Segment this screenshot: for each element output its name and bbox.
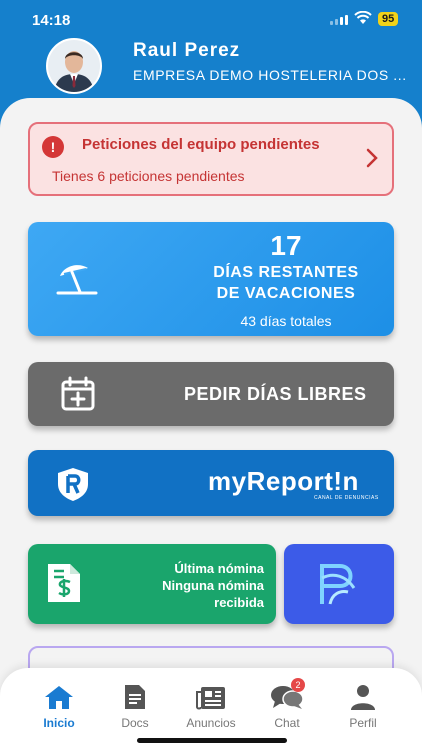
wifi-icon — [354, 11, 372, 24]
tab-inicio[interactable]: Inicio — [21, 682, 97, 730]
tab-docs[interactable]: Docs — [97, 682, 173, 730]
chat-unread-badge: 2 — [291, 678, 305, 692]
user-name: Raul Perez — [133, 40, 241, 61]
tab-label: Anuncios — [186, 716, 236, 730]
exclamation-icon: ! — [42, 136, 64, 158]
tab-label: Perfil — [349, 716, 377, 730]
company-name: EMPRESA DEMO HOSTELERIA DOS ... — [133, 67, 407, 83]
invoice-dollar-icon — [48, 564, 80, 602]
shield-icon — [58, 468, 88, 501]
home-indicator — [137, 738, 287, 743]
tab-label: Chat — [274, 716, 300, 730]
p-logo-icon — [320, 564, 356, 605]
myreportin-logo-text: myReport!n — [208, 466, 359, 496]
vacation-label-line1: DÍAS RESTANTES — [213, 264, 359, 281]
tab-anuncios[interactable]: Anuncios — [173, 682, 249, 730]
request-days-off-label: PEDIR DÍAS LIBRES — [184, 384, 367, 404]
myreportin-button[interactable]: myReport!n CANAL DE DENUNCIAS — [28, 450, 394, 516]
tab-perfil[interactable]: Perfil — [325, 682, 401, 730]
calendar-add-icon — [61, 376, 95, 411]
vacation-days-remaining: 17 — [270, 230, 302, 261]
battery-indicator: 95 — [378, 12, 399, 26]
beach-umbrella-icon — [56, 265, 98, 295]
tab-chat[interactable]: 2 Chat — [249, 678, 325, 730]
status-bar: 14:18 95 — [0, 0, 422, 40]
vacation-label-line2: DE VACACIONES — [216, 285, 356, 302]
alert-title: Peticiones del equipo pendientes — [82, 136, 320, 153]
payroll-status-line1: Ninguna nómina — [162, 578, 264, 593]
tab-label: Inicio — [43, 716, 75, 730]
status-time: 14:18 — [32, 12, 71, 29]
myreportin-tagline: CANAL DE DENUNCIAS — [314, 495, 379, 501]
chevron-right-icon — [366, 148, 378, 168]
tab-label: Docs — [121, 716, 149, 730]
vacation-card[interactable]: 17 DÍAS RESTANTES DE VACACIONES 43 días … — [28, 222, 394, 336]
pending-requests-alert[interactable]: ! Peticiones del equipo pendientes Tiene… — [28, 122, 394, 196]
user-photo-icon — [48, 40, 100, 92]
document-icon — [125, 685, 145, 709]
profile-header: Raul Perez EMPRESA DEMO HOSTELERIA DOS .… — [0, 38, 422, 102]
partner-app-button[interactable] — [284, 544, 394, 624]
request-days-off-button[interactable]: PEDIR DÍAS LIBRES — [28, 362, 394, 426]
newspaper-icon — [196, 687, 225, 710]
payroll-status-line2: recibida — [214, 595, 264, 610]
main-content: ! Peticiones del equipo pendientes Tiene… — [0, 98, 422, 750]
payroll-card[interactable]: Última nómina Ninguna nómina recibida — [28, 544, 276, 624]
vacation-total-days: 43 días totales — [240, 313, 332, 329]
avatar[interactable] — [46, 38, 102, 94]
alert-subtitle: Tienes 6 peticiones pendientes — [52, 168, 245, 184]
payroll-title: Última nómina — [174, 561, 264, 576]
cellular-signal-icon — [330, 15, 348, 25]
user-icon — [351, 685, 375, 710]
home-icon — [45, 686, 73, 709]
